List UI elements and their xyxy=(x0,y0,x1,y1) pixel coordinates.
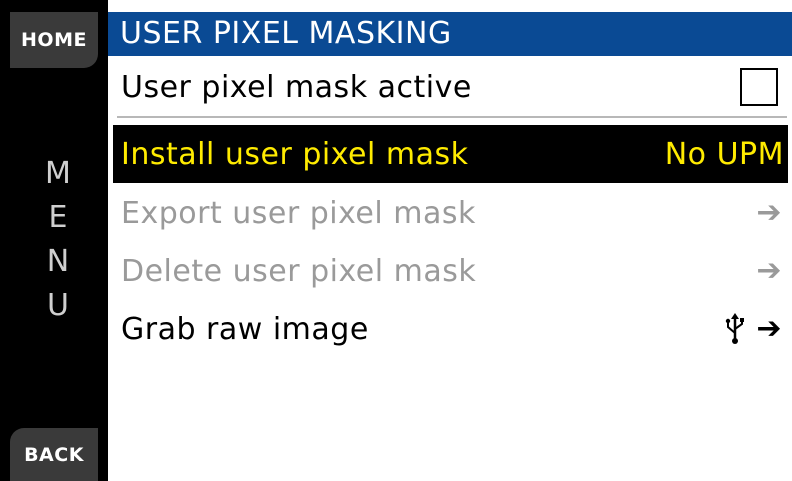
menu-item-label: Install user pixel mask xyxy=(121,136,469,172)
back-button[interactable]: BACK xyxy=(10,428,98,481)
sidebar: HOME M E N U BACK xyxy=(0,0,108,481)
grab-raw-image-icons: ➔ xyxy=(724,313,782,345)
menu-item-export-user-pixel-mask[interactable]: Export user pixel mask ➔ xyxy=(113,184,788,242)
menu-item-delete-user-pixel-mask[interactable]: Delete user pixel mask ➔ xyxy=(113,242,788,300)
menu-item-grab-raw-image[interactable]: Grab raw image ➔ xyxy=(113,300,788,358)
menu-item-label: Export user pixel mask xyxy=(121,195,476,231)
menu-item-install-user-pixel-mask[interactable]: Install user pixel mask No UPM xyxy=(113,125,788,183)
user-pixel-mask-active-checkbox[interactable] xyxy=(740,68,778,106)
divider xyxy=(117,116,787,118)
arrow-right-icon: ➔ xyxy=(756,253,782,288)
menu-item-user-pixel-mask-active[interactable]: User pixel mask active xyxy=(113,58,788,116)
menu-letter: U xyxy=(47,288,69,323)
menu-item-label: Grab raw image xyxy=(121,311,369,347)
menu-letter: E xyxy=(48,200,68,235)
page-title: USER PIXEL MASKING xyxy=(108,12,792,56)
menu-vertical-label: M E N U xyxy=(38,152,78,328)
menu-item-label: Delete user pixel mask xyxy=(121,253,477,289)
install-value: No UPM xyxy=(664,136,784,172)
home-button[interactable]: HOME xyxy=(10,12,98,68)
menu-letter: N xyxy=(46,244,70,279)
menu-item-label: User pixel mask active xyxy=(121,69,472,105)
menu-letter: M xyxy=(45,156,71,191)
arrow-right-icon: ➔ xyxy=(756,195,782,230)
usb-icon xyxy=(726,313,745,344)
arrow-right-icon: ➔ xyxy=(756,311,782,346)
